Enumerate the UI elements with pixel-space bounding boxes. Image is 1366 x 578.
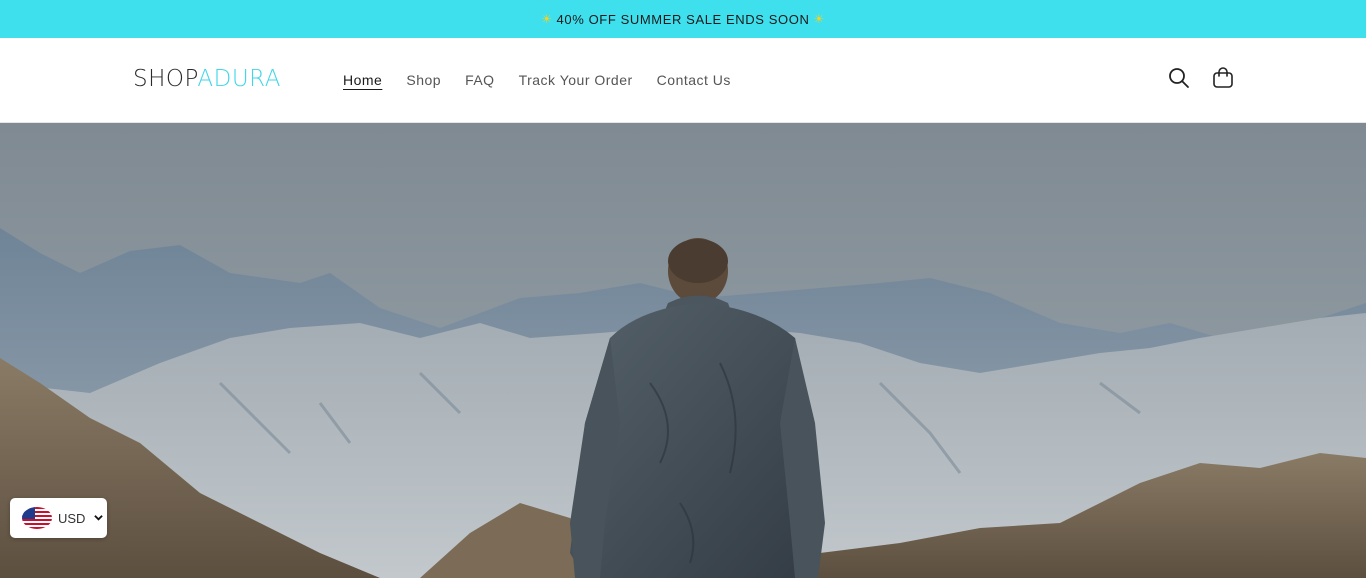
logo[interactable]: SHOPADURA xyxy=(133,66,281,92)
currency-selector[interactable]: USD xyxy=(10,498,107,538)
sun-icon: ☀ xyxy=(813,12,825,26)
announcement-bar: ☀ 40% OFF SUMMER SALE ENDS SOON ☀ xyxy=(0,0,1366,38)
nav-track-order[interactable]: Track Your Order xyxy=(519,72,633,88)
logo-part-adura: ADURA xyxy=(197,66,281,92)
logo-part-shop: SHOP xyxy=(133,66,198,92)
currency-code: USD xyxy=(58,510,86,526)
hero-banner xyxy=(0,123,1366,578)
us-flag-icon xyxy=(22,507,52,529)
nav-contact-us[interactable]: Contact Us xyxy=(657,72,731,88)
hero-image xyxy=(0,123,1366,578)
cart-icon[interactable] xyxy=(1211,66,1235,90)
nav-faq[interactable]: FAQ xyxy=(465,72,495,88)
site-header: SHOPADURA Home Shop FAQ Track Your Order… xyxy=(0,38,1366,123)
nav-shop[interactable]: Shop xyxy=(406,72,441,88)
chevron-down-icon xyxy=(94,509,104,527)
sun-icon: ☀ xyxy=(541,12,553,26)
search-icon[interactable] xyxy=(1167,66,1191,90)
announcement-text: 40% OFF SUMMER SALE ENDS SOON xyxy=(556,11,810,27)
main-nav: Home Shop FAQ Track Your Order Contact U… xyxy=(343,72,731,88)
nav-home[interactable]: Home xyxy=(343,72,382,88)
